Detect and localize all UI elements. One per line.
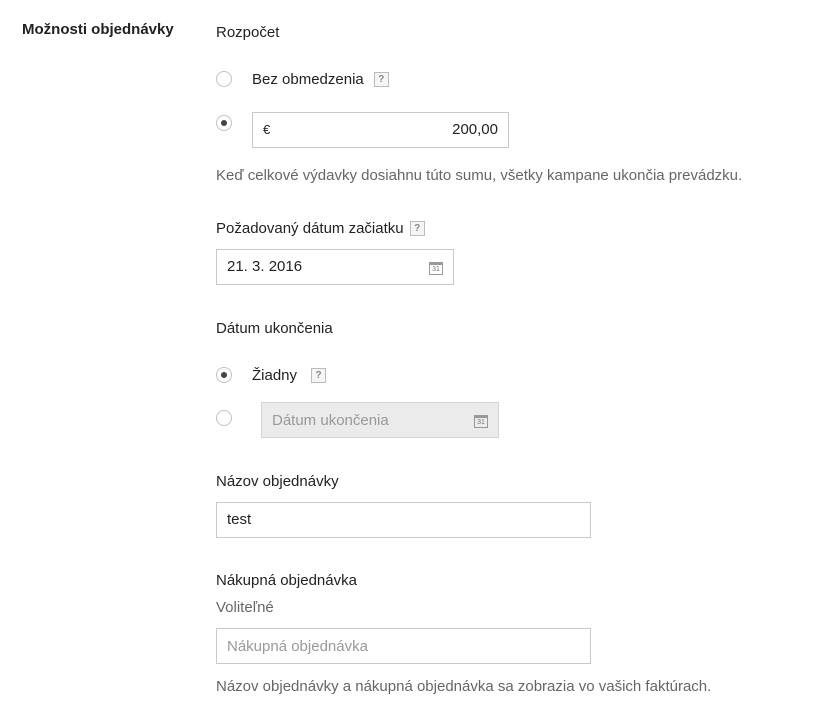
purchase-order-label: Nákupná objednávka [216, 572, 357, 589]
end-date-none-radio[interactable] [216, 367, 232, 383]
calendar-icon[interactable]: 31 [474, 415, 488, 428]
order-name-input[interactable]: test [216, 502, 591, 538]
calendar-icon[interactable]: 31 [429, 262, 443, 275]
section-title: Možnosti objednávky [22, 21, 174, 38]
help-icon[interactable]: ? [409, 220, 425, 236]
budget-amount-radio[interactable] [216, 115, 232, 131]
purchase-order-hint: Názov objednávky a nákupná objednávka sa… [216, 678, 712, 695]
budget-label: Rozpočet [216, 24, 280, 41]
end-date-placeholder: Dátum ukončenia [272, 412, 389, 429]
end-date-input[interactable]: Dátum ukončenia 31 [261, 402, 499, 438]
budget-unlimited-text: Bez obmedzenia [252, 71, 364, 88]
start-date-value: 21. 3. 2016 [227, 258, 303, 275]
end-date-label: Dátum ukončenia [216, 320, 333, 337]
help-icon[interactable]: ? [311, 367, 327, 383]
purchase-order-placeholder: Nákupná objednávka [227, 638, 368, 655]
order-name-value: test [227, 511, 252, 528]
order-name-label: Názov objednávky [216, 473, 339, 490]
start-date-label: Požadovaný dátum začiatku? [216, 220, 425, 237]
budget-hint: Keď celkové výdavky dosiahnu túto sumu, … [216, 167, 743, 184]
budget-amount-value: 200,00 [452, 121, 498, 138]
currency-symbol: € [263, 122, 271, 137]
end-date-none-text: Žiadny [252, 367, 298, 384]
start-date-input[interactable]: 21. 3. 2016 31 [216, 249, 454, 285]
budget-unlimited-label[interactable]: Bez obmedzenia? [252, 71, 389, 88]
budget-amount-input[interactable]: € 200,00 [252, 112, 509, 148]
budget-unlimited-radio[interactable] [216, 71, 232, 87]
end-date-none-label[interactable]: Žiadny? [252, 367, 327, 384]
start-date-label-text: Požadovaný dátum začiatku [216, 220, 404, 237]
help-icon[interactable]: ? [373, 71, 389, 87]
end-date-custom-radio[interactable] [216, 410, 232, 426]
purchase-order-optional: Voliteľné [216, 599, 274, 616]
purchase-order-input[interactable]: Nákupná objednávka [216, 628, 591, 664]
